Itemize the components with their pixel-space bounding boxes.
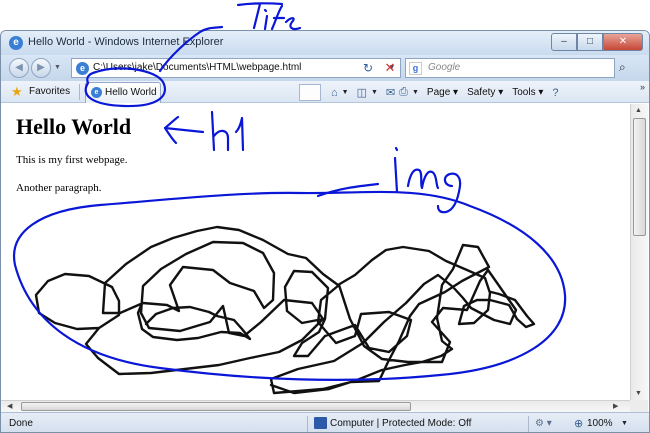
status-divider [528,416,529,432]
scribble-image [34,225,536,395]
print-dropdown-icon[interactable]: ▼ [412,89,419,96]
tab-label: Hello World [105,87,157,98]
scroll-up-icon[interactable]: ▲ [635,107,642,114]
home-dropdown-icon[interactable]: ▼ [342,89,349,96]
vertical-scrollbar[interactable]: ▲ ▼ [630,104,648,400]
mail-icon[interactable]: ✉ [386,86,395,99]
protected-mode-icon[interactable]: ⚙ ▾ [535,418,552,429]
feeds-icon[interactable]: ◫ [357,86,367,99]
tab-hello-world[interactable]: e Hello World [85,82,161,103]
tools-menu[interactable]: Tools ▾ [512,87,543,98]
security-zone[interactable]: Computer | Protected Mode: Off [330,418,471,429]
back-button[interactable]: ◀ [9,58,29,78]
favorites-button[interactable]: Favorites [29,86,70,97]
page-icon: e [76,62,89,75]
scroll-right-icon[interactable]: ▶ [613,402,618,410]
command-bar: ⌂ ▼ ◫ ▼ ✉ ⎙ ▼ Page ▾ Safety ▾ Tools ▾ ? [331,84,563,101]
recent-pages-dropdown[interactable]: ▼ [54,64,61,71]
new-tab-button[interactable] [299,84,321,101]
home-icon[interactable]: ⌂ [331,87,338,99]
window-title: Hello World - Windows Internet Explorer [28,36,224,48]
refresh-button[interactable]: ↻ [357,58,379,78]
horizontal-scrollbar[interactable]: ◀ ▶ [1,400,630,412]
search-input[interactable]: g Google [405,58,615,78]
horizontal-scroll-thumb[interactable] [21,402,411,411]
print-icon[interactable]: ⎙ [399,86,408,99]
minimize-button[interactable]: – [551,33,577,51]
help-icon[interactable]: ? [552,87,558,99]
zoom-icon[interactable]: ⊕ [574,417,583,430]
page-menu-label: Page [426,87,451,98]
title-bar: e Hello World - Windows Internet Explore… [1,31,649,55]
browser-window: e Hello World - Windows Internet Explore… [0,30,650,433]
computer-zone-icon [314,417,327,429]
safety-menu[interactable]: Safety ▾ [467,87,503,98]
status-text: Done [9,418,33,429]
google-icon: g [409,62,422,75]
scrollbar-corner [630,400,648,412]
page-menu[interactable]: Page ▾ [427,87,458,98]
page-content: Hello World This is my first webpage. An… [1,104,630,400]
favorites-star-icon[interactable]: ★ [11,84,23,100]
feeds-dropdown-icon[interactable]: ▼ [371,89,378,96]
status-divider [307,416,308,432]
address-url[interactable]: C:\Users\jake\Documents\HTML\webpage.htm… [93,62,301,73]
navigation-bar: ◀ ▶ ▼ e C:\Users\jake\Documents\HTML\web… [1,55,649,81]
scroll-left-icon[interactable]: ◀ [7,402,12,410]
title-handwriting [236,2,302,31]
search-icon[interactable]: ⌕ [619,60,626,75]
tools-menu-label: Tools [512,87,536,98]
search-placeholder[interactable]: Google [428,62,460,73]
status-bar: Done Computer | Protected Mode: Off ⚙ ▾ … [1,412,649,432]
maximize-button[interactable]: □ [577,33,603,51]
toolbar-divider [79,84,80,100]
ie-logo-icon: e [9,36,23,50]
address-field[interactable]: e C:\Users\jake\Documents\HTML\webpage.h… [71,58,401,78]
close-button[interactable]: ✕ [603,33,643,51]
vertical-scroll-thumb[interactable] [633,118,646,236]
forward-button[interactable]: ▶ [31,58,51,78]
tab-page-icon: e [91,87,102,98]
scroll-down-icon[interactable]: ▼ [635,390,642,397]
favorites-bar: ★ Favorites e Hello World ⌂ ▼ ◫ ▼ ✉ ⎙ ▼ … [1,81,649,103]
zoom-level[interactable]: 100% [587,418,613,429]
safety-menu-label: Safety [467,87,496,98]
zoom-dropdown-icon[interactable]: ▼ [621,420,628,427]
stop-button[interactable]: ✕ [380,58,400,78]
window-controls: – □ ✕ [551,33,643,51]
toolbar-overflow-icon[interactable]: » [640,82,645,92]
